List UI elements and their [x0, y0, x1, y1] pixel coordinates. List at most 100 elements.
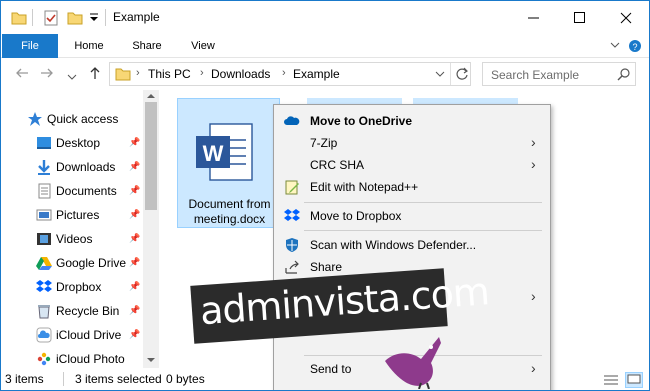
pin-icon[interactable]: 📌 [129, 137, 140, 148]
nav-scrollbar[interactable] [143, 90, 159, 368]
desktop-folder-icon [37, 137, 51, 149]
nav-item-recycle-bin[interactable]: Recycle Bin 📌 [1, 299, 143, 323]
menu-label: Move to OneDrive [310, 114, 413, 128]
pin-icon[interactable]: 📌 [129, 329, 140, 340]
pin-icon[interactable]: 📌 [129, 185, 140, 196]
svg-text:?: ? [632, 42, 637, 52]
file-item-selected[interactable]: W Document from meeting.docx [177, 98, 280, 228]
nav-item-icloud-drive[interactable]: iCloud Drive 📌 [1, 323, 143, 347]
menu-item-edit-with-notepad-plus-plus[interactable]: Edit with Notepad++ [274, 176, 550, 198]
menu-item-move-to-onedrive[interactable]: Move to OneDrive [274, 110, 550, 132]
address-history-chevron-icon[interactable] [435, 71, 445, 79]
menu-label: Edit with Notepad++ [310, 180, 419, 194]
pin-icon[interactable]: 📌 [129, 161, 140, 172]
properties-icon[interactable] [43, 10, 59, 26]
ribbon-expand-chevron-icon[interactable] [610, 42, 620, 50]
status-selection: 3 items selected [75, 372, 162, 386]
icloud-photos-icon [37, 352, 51, 366]
nav-label: Documents [56, 184, 117, 198]
nav-label: Quick access [47, 112, 119, 126]
pin-icon[interactable]: 📌 [129, 281, 140, 292]
nav-item-desktop[interactable]: Desktop 📌 [1, 131, 143, 155]
share-icon [285, 260, 299, 274]
large-icons-view-icon[interactable] [625, 372, 643, 388]
nav-item-google-drive[interactable]: Google Drive 📌 [1, 251, 143, 275]
forward-arrow-icon[interactable] [40, 66, 54, 83]
refresh-icon[interactable] [455, 67, 469, 81]
nav-label: Desktop [56, 136, 101, 150]
nav-item-dropbox[interactable]: Dropbox 📌 [1, 275, 143, 299]
nav-label: Google Drive [56, 256, 127, 270]
menu-label: Share [310, 260, 343, 274]
tab-share[interactable]: Share [121, 34, 173, 58]
nav-item-pictures[interactable]: Pictures 📌 [1, 203, 143, 227]
scrollbar-thumb[interactable] [145, 102, 157, 210]
customize-toolbar-dropdown-icon[interactable] [89, 13, 99, 23]
breadcrumb-example[interactable]: Example [293, 67, 340, 81]
breadcrumb-this-pc[interactable]: This PC [148, 67, 191, 81]
menu-separator [304, 230, 542, 231]
details-view-icon[interactable] [602, 372, 620, 388]
tab-file[interactable]: File [2, 34, 58, 58]
submenu-arrow-icon: › [531, 134, 536, 150]
notepad-plus-plus-icon [285, 180, 299, 195]
pin-icon[interactable]: 📌 [129, 209, 140, 220]
file-name-line-2: meeting.docx [193, 212, 266, 226]
back-arrow-icon[interactable] [15, 66, 29, 83]
help-icon[interactable]: ? [628, 39, 642, 53]
search-box[interactable]: Search Example [482, 62, 636, 86]
menu-item-scan-with-windows-defender[interactable]: Scan with Windows Defender... [274, 234, 550, 256]
scroll-down-arrow-icon[interactable] [147, 357, 155, 363]
submenu-arrow-icon: › [531, 288, 536, 304]
menu-label: 7-Zip [310, 136, 338, 150]
submenu-arrow-icon: › [531, 156, 536, 172]
documents-icon [38, 183, 51, 199]
dropbox-icon [36, 280, 52, 292]
dropbox-icon [284, 209, 300, 221]
menu-item-7zip[interactable]: 7-Zip › [274, 132, 550, 154]
pin-icon[interactable]: 📌 [129, 257, 140, 268]
tab-view[interactable]: View [177, 34, 229, 58]
title-bar: Example [1, 1, 649, 34]
breadcrumb-downloads[interactable]: Downloads [211, 67, 270, 81]
maximize-icon [574, 11, 585, 23]
nav-label: Dropbox [56, 280, 102, 294]
scroll-up-arrow-icon[interactable] [147, 93, 155, 99]
minimize-button[interactable] [511, 1, 557, 34]
menu-label: CRC SHA [310, 158, 365, 172]
tab-home[interactable]: Home [63, 34, 115, 58]
file-name-line-1: Document from [188, 197, 271, 211]
status-divider [63, 372, 64, 386]
word-document-icon: W [196, 123, 253, 181]
minimize-icon [528, 17, 539, 18]
icloud-icon [36, 327, 52, 343]
nav-item-quick-access[interactable]: Quick access [1, 107, 143, 131]
close-button[interactable] [603, 1, 649, 34]
nav-item-downloads[interactable]: Downloads 📌 [1, 155, 143, 179]
folder-icon[interactable] [11, 10, 27, 26]
up-arrow-icon[interactable] [88, 66, 102, 83]
nav-label: iCloud Drive [56, 328, 122, 342]
download-arrow-icon [38, 160, 50, 175]
file-name: Document from meeting.docx [178, 197, 281, 227]
nav-label: Recycle Bin [56, 304, 120, 318]
videos-icon [37, 233, 51, 245]
google-drive-icon [36, 257, 52, 270]
maximize-button[interactable] [557, 1, 603, 34]
nav-label: iCloud Photo [56, 352, 125, 366]
address-divider [450, 63, 451, 85]
nav-item-documents[interactable]: Documents 📌 [1, 179, 143, 203]
windows-defender-icon [286, 238, 298, 252]
menu-item-move-to-dropbox[interactable]: Move to Dropbox [274, 205, 550, 227]
qa-divider [32, 9, 33, 26]
recent-locations-chevron-icon[interactable] [67, 69, 77, 85]
new-folder-icon[interactable] [67, 10, 83, 26]
address-bar[interactable]: › This PC › Downloads › Example [109, 62, 471, 86]
nav-item-videos[interactable]: Videos 📌 [1, 227, 143, 251]
menu-item-crc-sha[interactable]: CRC SHA › [274, 154, 550, 176]
pin-icon[interactable]: 📌 [129, 233, 140, 244]
pin-icon[interactable]: 📌 [129, 305, 140, 316]
search-icon[interactable] [617, 67, 631, 81]
svg-text:W: W [203, 141, 224, 166]
search-placeholder: Search Example [491, 68, 580, 82]
